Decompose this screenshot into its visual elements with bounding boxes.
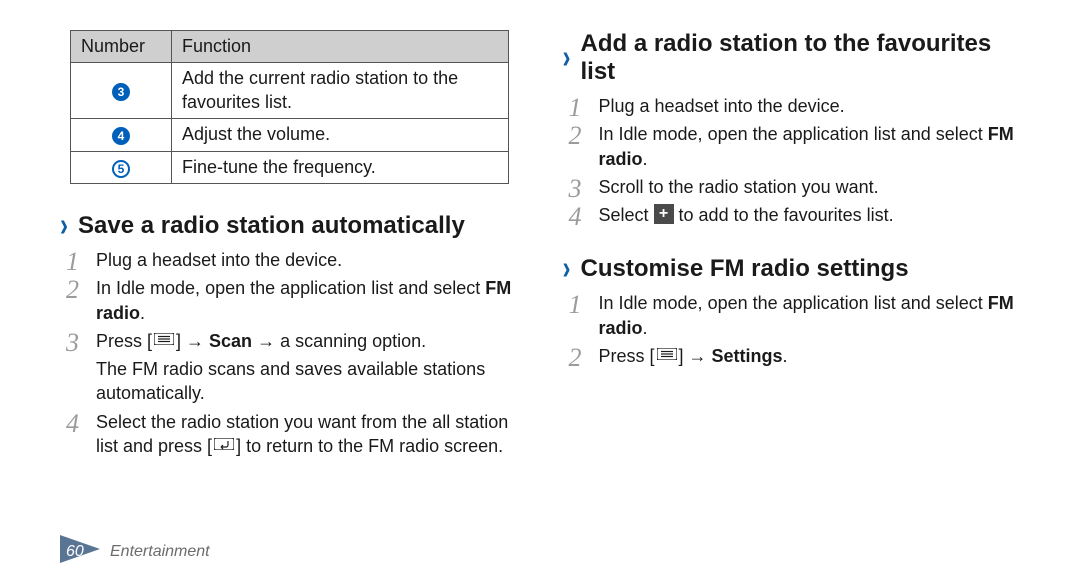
step-item: Press [ ] → Scan → a scanning option. The… <box>66 329 523 406</box>
step-text: Press [ <box>599 346 655 366</box>
chevron-right-icon: › <box>563 41 571 75</box>
step-subtext: The FM radio scans and saves available s… <box>96 357 523 406</box>
back-key-icon <box>212 438 236 454</box>
table-row: 4 Adjust the volume. <box>71 119 509 151</box>
step-item: In Idle mode, open the application list … <box>66 276 523 325</box>
step-text: . <box>643 318 648 338</box>
table-row: 3 Add the current radio station to the f… <box>71 63 509 119</box>
step-text: ] → <box>176 331 209 351</box>
steps-save-station: Plug a headset into the device. In Idle … <box>66 248 523 458</box>
row-number-cell: 3 <box>71 63 172 119</box>
step-text: ] → <box>679 346 712 366</box>
left-column: Number Function 3 Add the current radio … <box>60 30 523 462</box>
row-function-cell: Add the current radio station to the fav… <box>172 63 509 119</box>
manual-page: Number Function 3 Add the current radio … <box>0 0 1080 586</box>
bold-settings: Settings <box>712 346 783 366</box>
heading-customise: › Customise FM radio settings <box>563 255 1026 283</box>
step-item: In Idle mode, open the application list … <box>569 122 1026 171</box>
step-text: . <box>140 303 145 323</box>
steps-add-favourite: Plug a headset into the device. In Idle … <box>569 94 1026 227</box>
step-text: In Idle mode, open the application list … <box>96 278 485 298</box>
page-number-badge: 60 <box>60 535 100 568</box>
row-number-cell: 5 <box>71 151 172 183</box>
number-badge-3: 3 <box>112 83 130 101</box>
table-row: 5 Fine-tune the frequency. <box>71 151 509 183</box>
step-text: In Idle mode, open the application list … <box>599 124 988 144</box>
page-footer: 60 Entertainment <box>60 535 210 568</box>
row-function-cell: Fine-tune the frequency. <box>172 151 509 183</box>
footer-section: Entertainment <box>110 543 210 561</box>
step-text: to add to the favourites list. <box>674 205 894 225</box>
step-item: Select + to add to the favourites list. <box>569 203 1026 227</box>
function-table: Number Function 3 Add the current radio … <box>70 30 509 184</box>
menu-key-icon <box>152 333 176 349</box>
chevron-right-icon: › <box>563 253 571 287</box>
chevron-right-icon: › <box>60 209 68 243</box>
step-item: Plug a headset into the device. <box>569 94 1026 118</box>
step-text: ] to return to the FM radio screen. <box>236 436 503 456</box>
heading-text: Add a radio station to the favourites li… <box>581 30 1026 86</box>
table-header-number: Number <box>71 31 172 63</box>
two-column-layout: Number Function 3 Add the current radio … <box>60 30 1025 462</box>
step-item: Plug a headset into the device. <box>66 248 523 272</box>
number-badge-5: 5 <box>112 160 130 178</box>
steps-customise: In Idle mode, open the application list … <box>569 291 1026 368</box>
heading-text: Save a radio station automatically <box>78 212 465 240</box>
step-text: . <box>643 149 648 169</box>
step-text: Select <box>599 205 654 225</box>
step-text: In Idle mode, open the application list … <box>599 293 988 313</box>
page-number: 60 <box>66 543 84 561</box>
row-function-cell: Adjust the volume. <box>172 119 509 151</box>
step-text: → a scanning option. <box>252 331 426 351</box>
heading-add-favourite: › Add a radio station to the favourites … <box>563 30 1026 86</box>
plus-icon: + <box>654 204 674 224</box>
bold-scan: Scan <box>209 331 252 351</box>
step-text: Plug a headset into the device. <box>96 250 342 270</box>
step-item: Select the radio station you want from t… <box>66 410 523 459</box>
number-badge-4: 4 <box>112 127 130 145</box>
heading-text: Customise FM radio settings <box>581 255 909 283</box>
step-text: Plug a headset into the device. <box>599 96 845 116</box>
step-text: Scroll to the radio station you want. <box>599 177 879 197</box>
step-item: In Idle mode, open the application list … <box>569 291 1026 340</box>
step-item: Press [ ] → Settings. <box>569 344 1026 368</box>
right-column: › Add a radio station to the favourites … <box>563 30 1026 462</box>
heading-save-station: › Save a radio station automatically <box>60 212 523 240</box>
menu-key-icon <box>655 348 679 364</box>
row-number-cell: 4 <box>71 119 172 151</box>
step-text: Press [ <box>96 331 152 351</box>
step-text: . <box>783 346 788 366</box>
step-item: Scroll to the radio station you want. <box>569 175 1026 199</box>
table-header-function: Function <box>172 31 509 63</box>
table-header-row: Number Function <box>71 31 509 63</box>
